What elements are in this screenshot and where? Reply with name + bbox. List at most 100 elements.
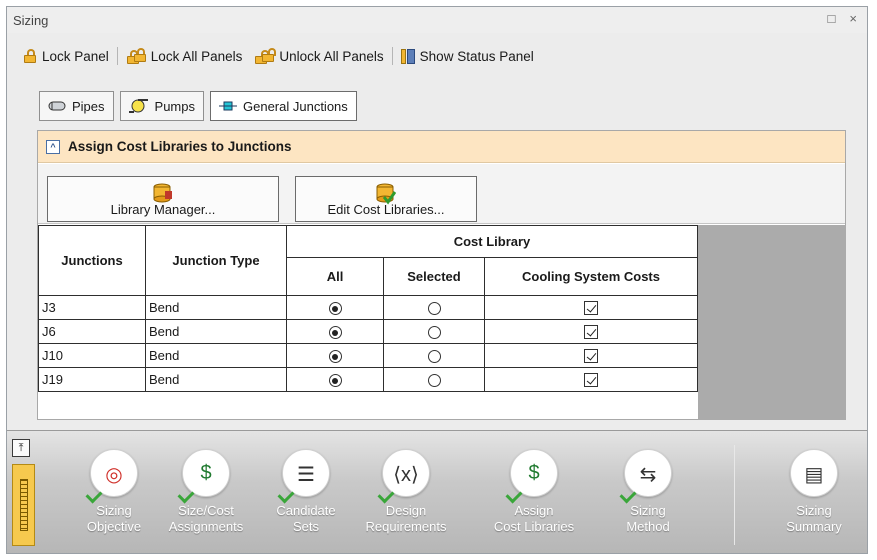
tab-general-junctions-label: General Junctions (243, 98, 348, 114)
junction-id-cell[interactable]: J3 (38, 295, 146, 320)
title-bar: Sizing □ × (7, 7, 867, 33)
show-status-panel-button[interactable]: Show Status Panel (395, 48, 540, 64)
junction-type-cell[interactable]: Bend (145, 343, 287, 368)
selected-radio-cell[interactable] (383, 295, 485, 320)
all-radio-cell[interactable] (286, 319, 384, 344)
side-ruler-tab[interactable] (12, 464, 35, 546)
junction-id-cell[interactable]: J19 (38, 367, 146, 392)
all-header[interactable]: All (286, 257, 384, 296)
all-radio-cell[interactable] (286, 295, 384, 320)
collapse-section-button[interactable]: ^ (46, 139, 60, 154)
table-row: J19 Bend (38, 367, 698, 392)
section-title: Assign Cost Libraries to Junctions (68, 139, 292, 154)
tab-pipes[interactable]: Pipes (39, 91, 114, 121)
pipe-icon (48, 101, 66, 111)
grid-empty-area (698, 225, 846, 420)
checkbox-checked-icon[interactable] (584, 301, 598, 316)
checkbox-checked-icon[interactable] (584, 325, 598, 340)
radio-empty-icon[interactable] (427, 302, 441, 316)
nav-label-line1: Candidate (276, 503, 336, 518)
lock-all-panels-button[interactable]: Lock All Panels (120, 48, 249, 64)
junction-id-cell[interactable]: J10 (38, 343, 146, 368)
lock-panel-button[interactable]: Lock Panel (17, 49, 115, 64)
all-radio-cell[interactable] (286, 367, 384, 392)
radio-selected-icon[interactable] (328, 326, 342, 340)
clipboard-icon: ▤ (790, 449, 838, 497)
radio-selected-icon[interactable] (328, 302, 342, 316)
complete-check-icon (277, 486, 295, 504)
edit-cost-libraries-button[interactable]: Edit Cost Libraries... (295, 176, 477, 222)
junction-type-cell[interactable]: Bend (145, 319, 287, 344)
checkbox-checked-icon[interactable] (584, 373, 598, 388)
nav-label-line1: Sizing (630, 503, 666, 518)
nav-label-line1: Assign (514, 503, 554, 518)
radio-selected-icon[interactable] (328, 374, 342, 388)
junction-cost-grid: Junctions Junction Type Cost Library All… (38, 225, 698, 392)
library-buttons-row: Library Manager... Edit Cost Libraries..… (38, 164, 845, 224)
sizing-window: Sizing □ × Lock Panel Lock All Panels Un… (6, 6, 868, 554)
tab-general-junctions[interactable]: General Junctions (210, 91, 357, 121)
tab-pumps[interactable]: Pumps (119, 91, 204, 121)
locks-icon (126, 48, 146, 64)
table-row: J3 Bend (38, 295, 698, 320)
database-dollar-icon: $ (505, 449, 558, 504)
nav-item-design-requirements[interactable]: ⟨x⟩ Design Requirements (361, 449, 451, 535)
nav-item-candidate-sets[interactable]: ☰ Candidate Sets (261, 449, 351, 535)
status-panel-icon (400, 48, 415, 64)
list-search-icon: ☰ (277, 449, 330, 504)
selected-radio-cell[interactable] (383, 367, 485, 392)
radio-empty-icon[interactable] (427, 326, 441, 340)
nav-label-line1: Size/Cost (178, 503, 234, 518)
nav-divider (734, 445, 735, 545)
cost-library-header: Cost Library (286, 225, 698, 258)
nav-item-sizing-summary[interactable]: ▤ Sizing Summary (769, 449, 859, 535)
lock-panel-label: Lock Panel (42, 48, 109, 64)
close-icon[interactable]: × (849, 11, 857, 26)
cooling-check-cell[interactable] (484, 295, 698, 320)
window-title: Sizing (13, 12, 49, 28)
all-radio-cell[interactable] (286, 343, 384, 368)
nav-label-line2: Sets (292, 519, 319, 534)
cooling-system-costs-header[interactable]: Cooling System Costs (484, 257, 698, 296)
junctions-header[interactable]: Junctions (38, 225, 146, 296)
lock-icon (23, 49, 37, 63)
variable-icon: ⟨x⟩ (377, 449, 430, 504)
library-manager-button[interactable]: Library Manager... (47, 176, 279, 222)
cooling-check-cell[interactable] (484, 319, 698, 344)
edit-cost-libraries-label: Edit Cost Libraries... (327, 202, 445, 217)
complete-check-icon (377, 486, 395, 504)
toolbar-divider (391, 47, 393, 65)
radio-empty-icon[interactable] (427, 374, 441, 388)
ruler-icon (20, 479, 28, 531)
table-row: J10 Bend (38, 343, 698, 368)
junction-type-cell[interactable]: Bend (145, 367, 287, 392)
tab-pumps-label: Pumps (154, 98, 195, 114)
pin-panel-button[interactable]: ⤒ (12, 439, 30, 457)
tab-pipes-label: Pipes (72, 98, 105, 114)
unlock-all-panels-button[interactable]: Unlock All Panels (248, 48, 389, 64)
table-row: J6 Bend (38, 319, 698, 344)
junction-id-cell[interactable]: J6 (38, 319, 146, 344)
selected-radio-cell[interactable] (383, 343, 485, 368)
radio-empty-icon[interactable] (427, 350, 441, 364)
restore-icon[interactable]: □ (828, 11, 836, 26)
nav-item-sizing-method[interactable]: ⇆ Sizing Method (603, 449, 693, 535)
nav-item-assign-costlibraries[interactable]: $ Assign Cost Libraries (489, 449, 579, 535)
nav-label-line1: Sizing (796, 503, 832, 518)
selected-header[interactable]: Selected (383, 257, 485, 296)
toolbar-divider (116, 47, 118, 65)
nav-label-line2: Objective (86, 519, 142, 534)
target-icon: ◎ (85, 449, 138, 504)
unlock-icon (254, 48, 277, 64)
junction-type-header[interactable]: Junction Type (145, 225, 287, 296)
nav-label-line2: Cost Libraries (493, 519, 575, 534)
cooling-check-cell[interactable] (484, 367, 698, 392)
radio-selected-icon[interactable] (328, 350, 342, 364)
cooling-check-cell[interactable] (484, 343, 698, 368)
junction-type-cell[interactable]: Bend (145, 295, 287, 320)
selected-radio-cell[interactable] (383, 319, 485, 344)
junction-icon (219, 101, 237, 111)
nav-item-sizing-objective[interactable]: ◎ Sizing Objective (69, 449, 159, 535)
nav-item-sizecost-assignments[interactable]: $ Size/Cost Assignments (161, 449, 251, 535)
checkbox-checked-icon[interactable] (584, 349, 598, 364)
